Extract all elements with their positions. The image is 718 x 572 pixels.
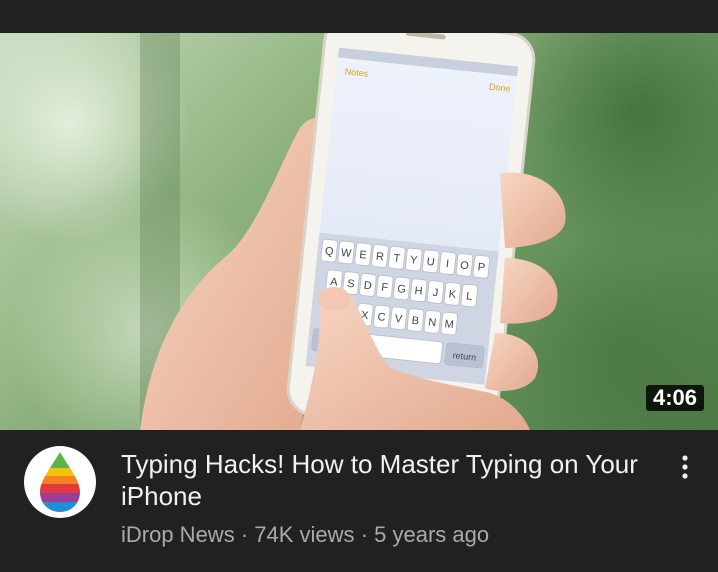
top-bar [0,0,718,33]
view-count: 74K views [254,522,355,547]
key-e: E [359,249,368,262]
key-p: P [477,261,486,274]
video-metadata: Typing Hacks! How to Master Typing on Yo… [0,430,718,572]
key-c: C [377,311,386,324]
more-vert-icon [682,455,688,479]
separator-dot: · [240,522,249,547]
thumbnail-image: Q W E R T Y U I O P A S D F G H J K L Z [0,33,718,430]
idrop-raindrop-logo-icon [40,452,80,512]
key-o: O [460,259,470,272]
key-l: L [466,290,473,303]
key-q: Q [324,245,334,258]
key-r: R [375,251,384,264]
channel-name[interactable]: iDrop News [121,522,235,547]
video-thumbnail[interactable]: Q W E R T Y U I O P A S D F G H J K L Z [0,33,718,430]
key-d: D [363,280,372,293]
video-title[interactable]: Typing Hacks! How to Master Typing on Yo… [121,448,641,512]
video-subline: iDrop News · 74K views · 5 years ago [121,521,489,549]
key-b: B [411,315,420,328]
key-n: N [428,316,437,329]
key-g: G [397,283,407,296]
separator-dot: · [360,522,369,547]
key-w: W [340,247,352,260]
key-u: U [426,256,435,269]
upload-age: 5 years ago [374,522,490,547]
key-s: S [347,278,356,291]
channel-avatar[interactable] [24,446,96,518]
key-m: M [444,318,454,331]
more-options-button[interactable] [670,452,700,482]
duration-badge: 4:06 [645,385,704,411]
key-h: H [414,285,423,298]
